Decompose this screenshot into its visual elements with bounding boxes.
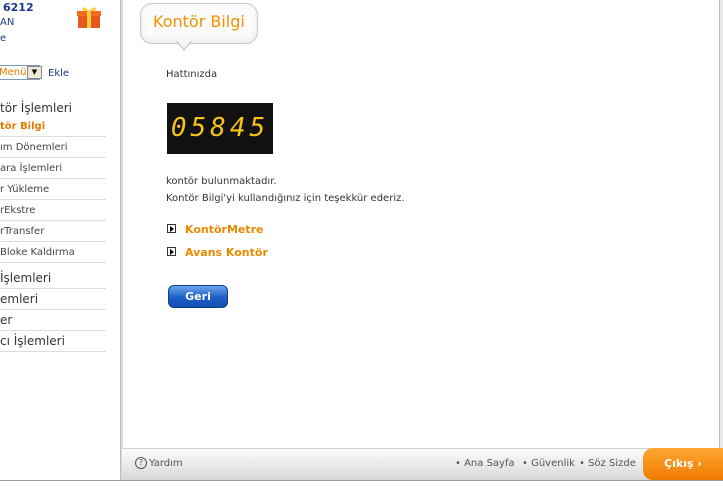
sidebar-section-title[interactable]: tör İşlemleri <box>0 101 72 115</box>
sidebar-group-er[interactable]: er <box>0 310 106 331</box>
footer-link-home-label: Ana Sayfa <box>464 458 515 469</box>
sidebar: 6212 AN e Menü ▼ Ekle tör İşlemleri tör … <box>0 0 120 486</box>
line-label: Hattınızda <box>166 69 218 80</box>
back-button[interactable]: Geri <box>168 285 228 308</box>
kontormetre-label: KontörMetre <box>185 223 264 236</box>
help-link[interactable]: ? Yardım <box>135 457 183 470</box>
menu-select-value: Menü <box>0 67 27 78</box>
sidebar-group-ci-islemleri[interactable]: cı İşlemleri <box>0 331 106 352</box>
phone-link[interactable]: e <box>0 33 6 44</box>
avans-kontor-label: Avans Kontör <box>185 246 268 259</box>
sidebar-item-transfer[interactable]: rTransfer <box>0 222 106 242</box>
arrow-right-icon <box>167 247 176 256</box>
sidebar-item-yukleme[interactable]: r Yükleme <box>0 180 106 200</box>
footer-link-security[interactable]: • Güvenlik <box>522 458 575 469</box>
exit-label: Çıkış <box>664 457 694 470</box>
footer-link-feedback[interactable]: • Söz Sizde <box>579 458 636 469</box>
footer-link-home[interactable]: • Ana Sayfa <box>455 458 515 469</box>
help-label: Yardım <box>149 458 183 469</box>
footer-link-feedback-label: Söz Sizde <box>588 458 636 469</box>
sidebar-item-ekstre[interactable]: rEkstre <box>0 201 106 221</box>
gift-icon[interactable] <box>76 5 102 29</box>
avans-kontor-link[interactable]: Avans Kontör <box>167 246 268 260</box>
sidebar-group-emleri[interactable]: emleri <box>0 289 106 310</box>
phone-number: 6212 <box>3 1 34 14</box>
sidebar-divider <box>120 0 123 486</box>
footer-link-security-label: Güvenlik <box>531 458 575 469</box>
exit-button[interactable]: Çıkış › <box>643 448 723 480</box>
arrow-right-icon <box>167 224 176 233</box>
status-text: kontör bulunmaktadır. <box>166 176 277 187</box>
phone-sub: AN <box>0 17 15 28</box>
exit-arrow-icon: › <box>697 457 702 470</box>
sidebar-item-donemleri[interactable]: ım Dönemleri <box>0 138 106 158</box>
title-bubble-tail-inner <box>177 40 191 49</box>
add-link[interactable]: Ekle <box>48 68 69 79</box>
bottom-border <box>0 480 723 486</box>
sidebar-item-bloke-kaldirma[interactable]: Bloke Kaldırma <box>0 243 106 263</box>
sidebar-group-islemleri[interactable]: İşlemleri <box>0 268 106 289</box>
thanks-text: Kontör Bilgi'yi kullandığınız için teşek… <box>166 193 405 204</box>
right-edge <box>719 0 723 448</box>
help-icon: ? <box>135 457 147 469</box>
page-title: Kontör Bilgi <box>153 12 245 31</box>
sidebar-item-kontor-bilgi[interactable]: tör Bilgi <box>0 117 106 137</box>
kontormetre-link[interactable]: KontörMetre <box>167 223 264 237</box>
sidebar-item-ara-islemleri[interactable]: ara İşlemleri <box>0 159 106 179</box>
chevron-down-icon[interactable]: ▼ <box>27 66 42 79</box>
kontor-counter: 05845 <box>167 103 273 154</box>
